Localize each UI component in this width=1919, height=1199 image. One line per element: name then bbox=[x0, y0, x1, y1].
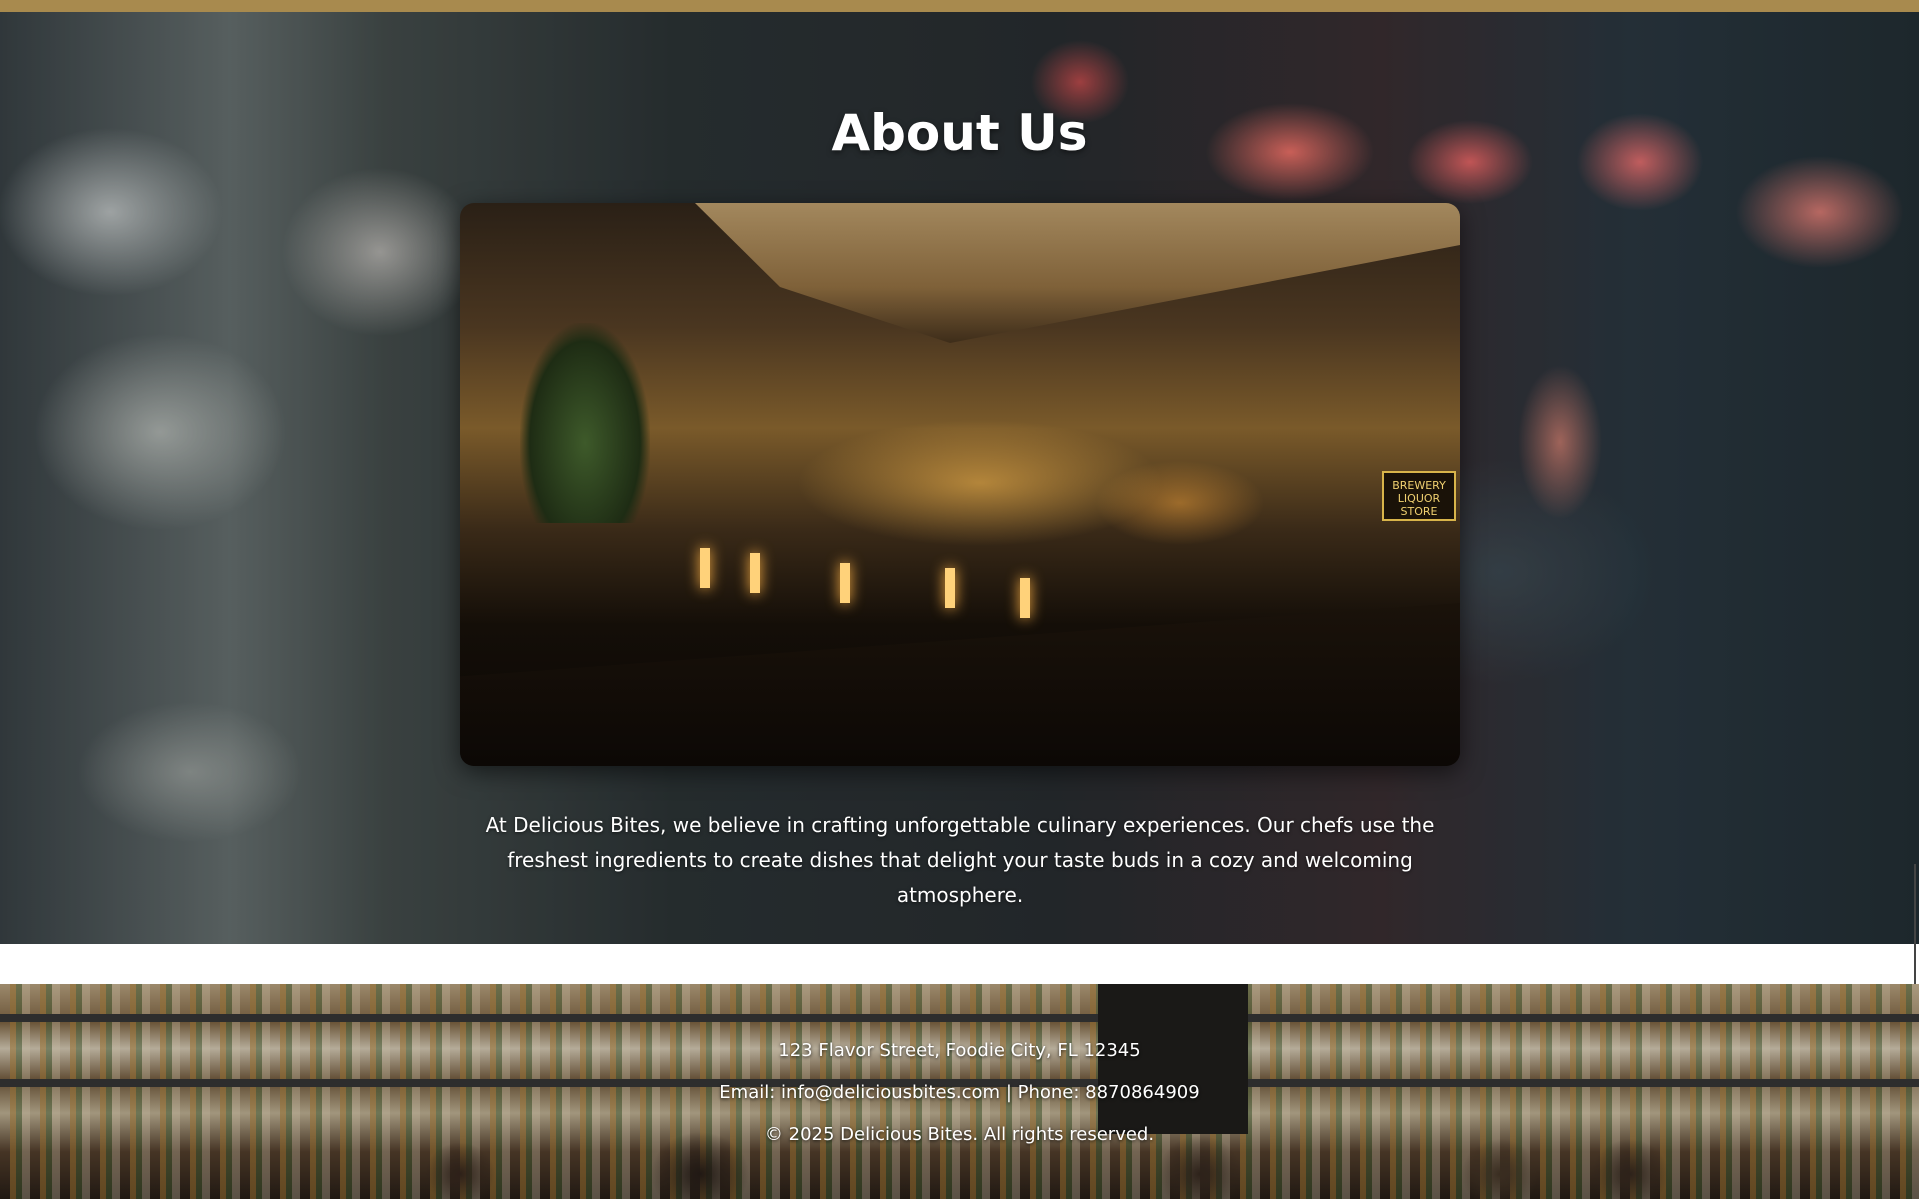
footer-copyright: © 2025 Delicious Bites. All rights reser… bbox=[764, 1124, 1155, 1145]
phone-label: Phone: bbox=[1017, 1082, 1086, 1103]
image-plant bbox=[520, 323, 650, 523]
contact-separator: | bbox=[1000, 1082, 1018, 1103]
image-ceiling bbox=[695, 203, 1460, 343]
phone-link[interactable]: 8870864909 bbox=[1085, 1082, 1200, 1103]
page-scrollbar[interactable] bbox=[1914, 864, 1916, 984]
about-title: About Us bbox=[831, 104, 1088, 162]
email-link[interactable]: info@deliciousbites.com bbox=[781, 1082, 1000, 1103]
email-label: Email: bbox=[719, 1082, 782, 1103]
image-lamp bbox=[1020, 578, 1030, 618]
brewery-sign: BREWERY LIQUOR STORE bbox=[1382, 471, 1456, 521]
image-lamp bbox=[840, 563, 850, 603]
about-description: At Delicious Bites, we believe in crafti… bbox=[485, 813, 1435, 907]
restaurant-interior-image: BREWERY LIQUOR STORE bbox=[460, 203, 1460, 766]
footer-contact: Email: info@deliciousbites.com | Phone: … bbox=[0, 1082, 1919, 1103]
image-lamp bbox=[700, 548, 710, 588]
image-lamp bbox=[750, 553, 760, 593]
image-lamp bbox=[945, 568, 955, 608]
footer-address: 123 Flavor Street, Foodie City, FL 12345 bbox=[778, 1040, 1141, 1061]
top-accent-bar bbox=[0, 0, 1919, 12]
image-counter bbox=[460, 603, 1460, 766]
footer-shelf bbox=[0, 1014, 1919, 1022]
about-section: About Us BREWERY LIQUOR STORE At Delicio… bbox=[0, 12, 1919, 944]
footer: 123 Flavor Street, Foodie City, FL 12345… bbox=[0, 984, 1919, 1199]
